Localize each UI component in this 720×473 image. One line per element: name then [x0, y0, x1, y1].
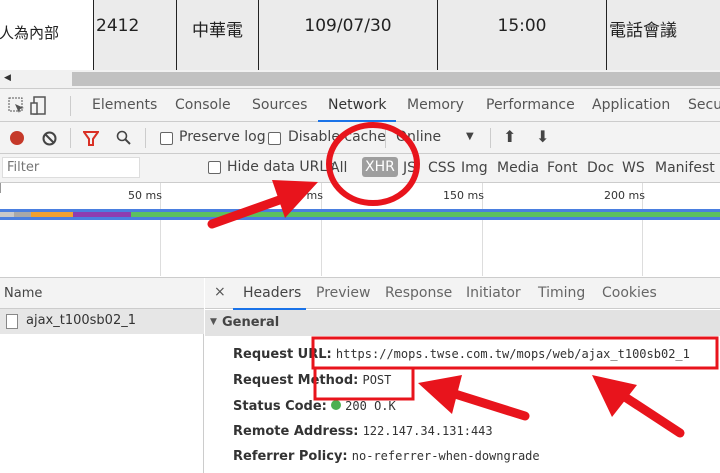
tab-initiator[interactable]: Initiator — [466, 285, 521, 301]
search-icon[interactable] — [116, 130, 132, 146]
status-code-value: 200 O.K — [345, 399, 396, 413]
type-manifest[interactable]: Manifest — [655, 160, 715, 176]
field-label: Referrer Policy: — [233, 449, 348, 464]
field-label: Remote Address: — [233, 424, 359, 439]
request-timing-bar — [0, 209, 720, 220]
status-ok-icon — [331, 400, 342, 410]
referrer-policy-row: Referrer Policy: no-referrer-when-downgr… — [233, 449, 540, 464]
cell-date: 109/07/30 — [258, 0, 437, 70]
type-img[interactable]: Img — [461, 160, 488, 176]
disable-cache-label: Disable cache — [288, 129, 386, 145]
tab-elements[interactable]: Elements — [92, 97, 157, 113]
tab-preview[interactable]: Preview — [316, 285, 371, 301]
type-font[interactable]: Font — [547, 160, 577, 176]
tab-timing[interactable]: Timing — [538, 285, 585, 301]
tick-label: 50 ms — [128, 189, 162, 202]
tab-performance[interactable]: Performance — [486, 97, 575, 113]
tab-headers[interactable]: Headers — [243, 285, 301, 301]
document-icon — [6, 314, 18, 329]
request-method-row: Request Method: POST — [233, 373, 391, 388]
throttling-select[interactable]: Online — [396, 129, 441, 145]
devtools-tab-bar: Elements Console Sources Network Memory … — [0, 88, 720, 122]
expand-triangle-icon: ▼ — [210, 317, 217, 327]
field-label: Request URL: — [233, 347, 332, 362]
tab-response[interactable]: Response — [385, 285, 452, 301]
cell-method: 電話會議 — [606, 0, 720, 70]
import-har-icon[interactable]: ⬆ — [503, 127, 516, 146]
general-section-header[interactable]: ▼ General — [205, 310, 720, 336]
tab-sources[interactable]: Sources — [252, 97, 307, 113]
preserve-log-checkbox[interactable] — [160, 132, 173, 145]
request-url-row: Request URL: https://mops.twse.com.tw/mo… — [233, 347, 690, 362]
inspect-element-icon[interactable] — [8, 97, 26, 115]
type-ws[interactable]: WS — [622, 160, 645, 176]
tick-label: 100 ms — [282, 189, 323, 202]
page-table-row: 人為內部 2412 中華電 109/07/30 15:00 電話會議 — [0, 0, 720, 70]
tick-label: 150 ms — [443, 189, 484, 202]
hide-data-urls-label: Hide data URLs — [227, 159, 335, 175]
filter-bar: Hide data URLs All XHR JS CSS Img Media … — [0, 154, 720, 183]
general-title: General — [222, 315, 280, 330]
tab-cookies[interactable]: Cookies — [602, 285, 657, 301]
remote-address-value: 122.147.34.131:443 — [362, 424, 493, 438]
device-toolbar-icon[interactable] — [30, 96, 48, 116]
request-list: Name ajax_t100sb02_1 — [0, 278, 204, 473]
request-url-value: https://mops.twse.com.tw/mops/web/ajax_t… — [335, 347, 690, 361]
type-css[interactable]: CSS — [428, 160, 456, 176]
cell-type: 人為內部 — [0, 0, 93, 70]
request-detail: × Headers Preview Response Initiator Tim… — [205, 278, 720, 473]
hide-data-urls-checkbox[interactable] — [208, 161, 221, 174]
request-name: ajax_t100sb02_1 — [26, 313, 136, 328]
timeline-overview[interactable]: 50 ms 100 ms 150 ms 200 ms — [0, 183, 720, 276]
filter-input[interactable] — [2, 157, 140, 178]
type-doc[interactable]: Doc — [587, 160, 614, 176]
network-bottom-panel: Name ajax_t100sb02_1 × Headers Preview R… — [0, 277, 720, 473]
filter-icon[interactable] — [83, 131, 99, 146]
close-icon[interactable]: × — [214, 284, 226, 300]
type-media[interactable]: Media — [497, 160, 539, 176]
chevron-down-icon[interactable]: ▼ — [466, 131, 474, 142]
type-all[interactable]: All — [330, 160, 347, 176]
tab-console[interactable]: Console — [175, 97, 231, 113]
type-js[interactable]: JS — [403, 160, 416, 176]
remote-address-row: Remote Address: 122.147.34.131:443 — [233, 424, 493, 439]
request-row[interactable]: ajax_t100sb02_1 — [0, 309, 204, 334]
export-har-icon[interactable]: ⬇ — [536, 127, 549, 146]
preserve-log-label: Preserve log — [179, 129, 266, 145]
clear-icon[interactable] — [42, 131, 57, 146]
referrer-policy-value: no-referrer-when-downgrade — [351, 449, 540, 463]
cell-time: 15:00 — [437, 0, 606, 70]
record-icon[interactable] — [10, 131, 24, 145]
tab-network[interactable]: Network — [328, 97, 386, 113]
request-method-value: POST — [362, 373, 392, 387]
name-column-header[interactable]: Name — [4, 286, 42, 301]
field-label: Request Method: — [233, 373, 359, 388]
tab-memory[interactable]: Memory — [407, 97, 464, 113]
tick-label: 200 ms — [604, 189, 645, 202]
scroll-left-icon[interactable]: ◀ — [4, 73, 11, 83]
status-code-row: Status Code: 200 O.K — [233, 399, 396, 414]
disable-cache-checkbox[interactable] — [268, 132, 281, 145]
type-xhr[interactable]: XHR — [362, 157, 398, 177]
tab-application[interactable]: Application — [592, 97, 670, 113]
horizontal-scrollbar[interactable]: ◀ — [0, 70, 720, 88]
cell-code: 2412 — [93, 0, 176, 70]
tab-security[interactable]: Secur — [688, 97, 720, 113]
scrollbar-thumb[interactable] — [72, 72, 720, 86]
field-label: Status Code: — [233, 399, 327, 414]
cell-company: 中華電 — [176, 0, 258, 70]
network-toolbar: Preserve log Disable cache Online ▼ ⬆ ⬇ — [0, 122, 720, 154]
